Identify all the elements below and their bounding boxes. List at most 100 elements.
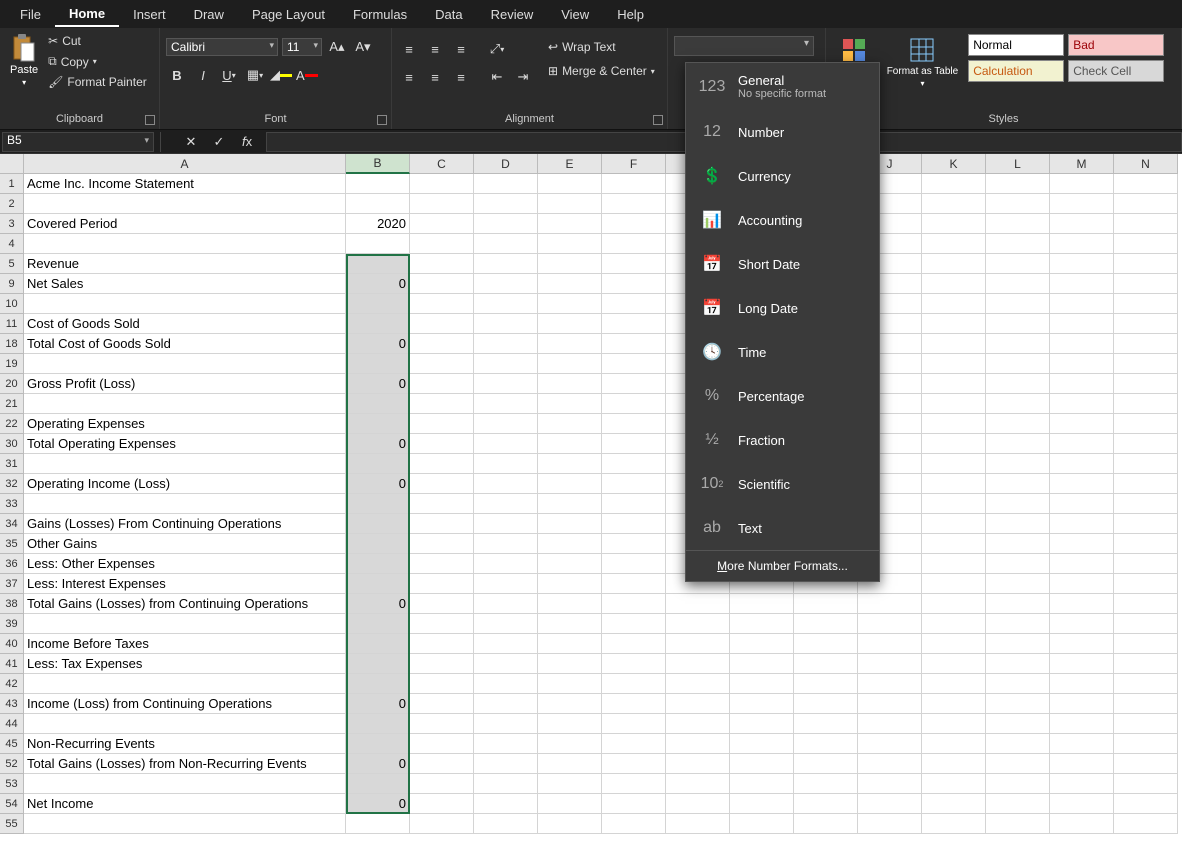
cell[interactable]: 0 <box>346 474 410 494</box>
cell[interactable] <box>538 794 602 814</box>
cell[interactable]: Income (Loss) from Continuing Operations <box>24 694 346 714</box>
cell[interactable] <box>986 574 1050 594</box>
cell[interactable] <box>474 734 538 754</box>
cell[interactable] <box>1050 714 1114 734</box>
cell[interactable]: 0 <box>346 374 410 394</box>
cell[interactable] <box>602 474 666 494</box>
cell[interactable] <box>986 654 1050 674</box>
cell[interactable] <box>1050 354 1114 374</box>
wrap-text-button[interactable]: ↩ Wrap Text <box>544 38 659 56</box>
row-header[interactable]: 35 <box>0 534 24 554</box>
cell[interactable] <box>1114 274 1178 294</box>
insert-function-button[interactable]: fx <box>236 131 258 153</box>
cell[interactable] <box>1114 714 1178 734</box>
column-header-E[interactable]: E <box>538 154 602 174</box>
cell[interactable] <box>538 394 602 414</box>
cell[interactable] <box>410 194 474 214</box>
cell[interactable] <box>1050 794 1114 814</box>
cell[interactable]: Less: Other Expenses <box>24 554 346 574</box>
style-cell-calculation[interactable]: Calculation <box>968 60 1064 82</box>
cell[interactable] <box>1114 434 1178 454</box>
cell[interactable]: Total Operating Expenses <box>24 434 346 454</box>
cell[interactable]: Operating Income (Loss) <box>24 474 346 494</box>
number-format-long-date[interactable]: 📅Long Date <box>686 286 879 330</box>
cell[interactable] <box>922 254 986 274</box>
cell[interactable] <box>858 634 922 654</box>
cell[interactable] <box>730 814 794 834</box>
row-header[interactable]: 37 <box>0 574 24 594</box>
cell[interactable] <box>730 634 794 654</box>
cell[interactable] <box>474 774 538 794</box>
cell-styles-gallery[interactable]: NormalBadCalculationCheck Cell <box>968 34 1168 82</box>
cell[interactable] <box>1114 694 1178 714</box>
cell[interactable] <box>474 614 538 634</box>
cell[interactable] <box>730 754 794 774</box>
cell[interactable] <box>666 814 730 834</box>
row-header[interactable]: 36 <box>0 554 24 574</box>
cell[interactable] <box>410 554 474 574</box>
format-painter-button[interactable]: 🖌 Format Painter <box>44 73 151 91</box>
cell[interactable] <box>346 514 410 534</box>
menu-tab-review[interactable]: Review <box>477 3 548 26</box>
cell[interactable] <box>1050 234 1114 254</box>
cell[interactable] <box>794 814 858 834</box>
cell[interactable] <box>346 574 410 594</box>
orientation-button[interactable]: ⤢▾ <box>486 38 508 60</box>
cell[interactable]: Acme Inc. Income Statement <box>24 174 346 194</box>
cell[interactable] <box>922 734 986 754</box>
cell[interactable] <box>1050 694 1114 714</box>
cell[interactable] <box>538 354 602 374</box>
cell[interactable] <box>538 734 602 754</box>
cell[interactable] <box>602 814 666 834</box>
cell[interactable] <box>922 614 986 634</box>
cell[interactable] <box>986 394 1050 414</box>
cell[interactable] <box>1050 654 1114 674</box>
cell[interactable] <box>24 714 346 734</box>
column-header-M[interactable]: M <box>1050 154 1114 174</box>
cell[interactable] <box>1050 754 1114 774</box>
cell[interactable] <box>410 414 474 434</box>
cell[interactable] <box>346 254 410 274</box>
cell[interactable] <box>410 634 474 654</box>
cell[interactable]: Covered Period <box>24 214 346 234</box>
cell[interactable] <box>602 374 666 394</box>
column-header-K[interactable]: K <box>922 154 986 174</box>
cell[interactable] <box>922 414 986 434</box>
cell[interactable] <box>410 774 474 794</box>
cell[interactable] <box>1050 554 1114 574</box>
cell[interactable] <box>538 754 602 774</box>
number-format-time[interactable]: 🕓Time <box>686 330 879 374</box>
cell[interactable] <box>474 354 538 374</box>
cell[interactable] <box>730 694 794 714</box>
cell[interactable] <box>602 274 666 294</box>
menu-tab-page-layout[interactable]: Page Layout <box>238 3 339 26</box>
cell[interactable] <box>922 694 986 714</box>
cell[interactable] <box>474 594 538 614</box>
cell[interactable] <box>346 234 410 254</box>
cell[interactable] <box>1050 534 1114 554</box>
cell[interactable] <box>1114 534 1178 554</box>
cell[interactable] <box>922 794 986 814</box>
cell[interactable] <box>986 474 1050 494</box>
borders-button[interactable]: ▦▾ <box>244 64 266 86</box>
cell[interactable]: Cost of Goods Sold <box>24 314 346 334</box>
column-header-F[interactable]: F <box>602 154 666 174</box>
row-header[interactable]: 2 <box>0 194 24 214</box>
cell[interactable] <box>1050 434 1114 454</box>
cell[interactable] <box>410 694 474 714</box>
column-header-A[interactable]: A <box>24 154 346 174</box>
cell[interactable] <box>1050 254 1114 274</box>
cell[interactable] <box>1050 414 1114 434</box>
cell[interactable] <box>602 574 666 594</box>
cell[interactable] <box>986 214 1050 234</box>
row-header[interactable]: 3 <box>0 214 24 234</box>
cell[interactable] <box>858 674 922 694</box>
cell[interactable] <box>730 654 794 674</box>
cell[interactable] <box>858 614 922 634</box>
cell[interactable]: Revenue <box>24 254 346 274</box>
cancel-formula-button[interactable]: ✕ <box>180 131 202 153</box>
cell[interactable] <box>410 374 474 394</box>
cell[interactable] <box>538 174 602 194</box>
cell[interactable] <box>602 334 666 354</box>
row-header[interactable]: 1 <box>0 174 24 194</box>
